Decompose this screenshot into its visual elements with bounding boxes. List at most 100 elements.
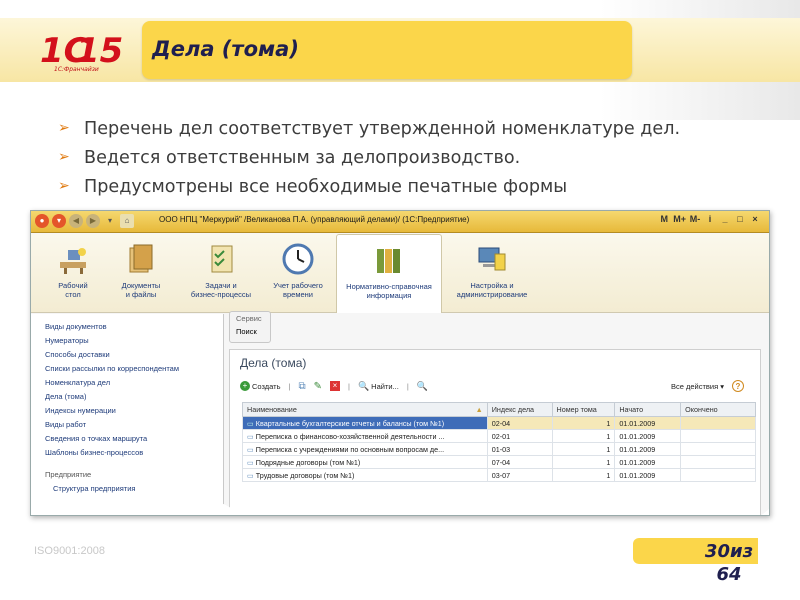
cell-start: 01.01.2009 — [614, 455, 682, 469]
bullet-arrow-icon: ➢ — [58, 178, 70, 194]
window-title: ООО НПЦ "Меркурий" /Великанова П.А. (упр… — [159, 215, 470, 224]
nav-item-enterprise-structure[interactable]: Структура предприятия — [31, 482, 223, 496]
help-icon[interactable]: ? — [732, 380, 744, 392]
cell-text: Квартальные бухгалтерские отчеты и балан… — [255, 418, 445, 428]
bullet-list: ➢ Перечень дел соответствует утвержденно… — [58, 118, 788, 205]
memory-minus-button[interactable]: M- — [689, 214, 701, 224]
cell-end — [680, 455, 756, 469]
cases-table: Наименование ▲ Индекс дела Номер тома Нач… — [242, 402, 756, 482]
clock-icon — [282, 243, 314, 275]
title-box: Дела (тома) — [142, 21, 632, 79]
bullet-item: ➢ Ведется ответственным за делопроизводс… — [58, 147, 788, 169]
table-row[interactable]: ▭ Переписка с учреждениями по основным в… — [242, 442, 756, 456]
page-counter: 30из 64 — [694, 540, 764, 586]
table-row[interactable]: ▭ Квартальные бухгалтерские отчеты и бал… — [242, 416, 756, 430]
delete-mark-icon[interactable]: × — [330, 381, 340, 391]
column-header-start[interactable]: Начато — [614, 402, 682, 417]
table-header-row: Наименование ▲ Индекс дела Номер тома Нач… — [242, 402, 756, 417]
section-label: бизнес-процессы — [190, 290, 252, 299]
cell-name: ▭ Переписка о финансово-хозяйственной де… — [242, 429, 488, 443]
maximize-button[interactable]: □ — [734, 214, 746, 224]
nav-item-numbering-indexes[interactable]: Индексы нумерации — [31, 404, 223, 418]
app-menu-icon[interactable]: ● — [35, 214, 49, 228]
nav-item-document-types[interactable]: Виды документов — [31, 320, 223, 334]
cell-index: 07-04 — [486, 455, 553, 469]
back-arrow-icon[interactable]: ◀ — [69, 214, 83, 228]
nav-item-delivery-methods[interactable]: Способы доставки — [31, 348, 223, 362]
cell-end — [680, 429, 756, 443]
create-label: Создать — [252, 381, 281, 391]
section-label: Документы — [121, 281, 161, 290]
nav-item-process-templates[interactable]: Шаблоны бизнес-процессов — [31, 446, 223, 460]
bullet-text: Перечень дел соответствует утвержденной … — [84, 119, 681, 139]
home-icon[interactable]: ⌂ — [120, 214, 134, 228]
cancel-search-icon[interactable]: 🔍 — [417, 381, 428, 392]
section-admin[interactable]: Настройка и администрирование — [447, 234, 537, 313]
chevron-down-icon[interactable]: ▾ — [103, 214, 117, 228]
nav-item-work-types[interactable]: Виды работ — [31, 418, 223, 432]
section-documents[interactable]: Документы и файлы — [111, 234, 171, 313]
bullet-arrow-icon: ➢ — [58, 120, 70, 136]
iso-label: ISO9001:2008 — [34, 545, 105, 557]
cell-text: Переписка о финансово-хозяйственной деят… — [255, 431, 445, 441]
close-button[interactable]: × — [749, 214, 761, 224]
cell-volume: 1 — [551, 468, 616, 482]
memory-plus-button[interactable]: M+ — [673, 214, 686, 224]
section-desktop[interactable]: Рабочий стол — [45, 234, 101, 313]
nav-item-cases-volumes[interactable]: Дела (тома) — [31, 390, 223, 404]
memory-button[interactable]: M — [658, 214, 670, 224]
torn-edge — [31, 501, 769, 515]
table-row[interactable]: ▭ Трудовые договоры (том №1) 03-07 1 01.… — [242, 468, 756, 482]
cell-start: 01.01.2009 — [614, 442, 682, 456]
copy-icon[interactable]: ⧉ — [298, 381, 305, 392]
nav-item-numerators[interactable]: Нумераторы — [31, 334, 223, 348]
table-row[interactable]: ▭ Переписка о финансово-хозяйственной де… — [242, 429, 756, 443]
form-actions: Все действия ▾ ? — [671, 380, 744, 392]
cell-volume: 1 — [551, 455, 616, 469]
section-label: Рабочий — [58, 281, 88, 290]
documents-icon — [129, 244, 153, 273]
list-form: Дела (тома) + Создать | ⧉ ✎ × | 🔍 Найти.… — [229, 349, 761, 515]
logo-number-text: 15 — [76, 31, 123, 71]
logo-subtitle: 1С:Франчайзи — [54, 66, 99, 73]
cell-text: Переписка с учреждениями по основным воп… — [255, 444, 445, 454]
cell-name: ▭ Трудовые договоры (том №1) — [242, 468, 488, 482]
section-time-tracking[interactable]: Учет рабочего времени — [267, 234, 329, 313]
row-item-icon: ▭ — [247, 470, 254, 480]
plus-icon: + — [240, 381, 250, 391]
table-row[interactable]: ▭ Подрядные договоры (том №1) 07-04 1 01… — [242, 455, 756, 469]
create-button[interactable]: + Создать — [240, 381, 281, 391]
bullet-arrow-icon: ➢ — [58, 149, 70, 165]
info-button[interactable]: i — [704, 214, 716, 224]
cell-volume: 1 — [551, 429, 616, 443]
page-separator: из — [729, 541, 754, 562]
all-actions-label: Все действия — [670, 381, 719, 391]
section-label: и файлы — [125, 290, 157, 299]
section-tasks[interactable]: Задачи и бизнес-процессы — [181, 234, 261, 313]
section-label: Нормативно-справочная — [346, 282, 432, 291]
cell-index: 02-01 — [486, 429, 553, 443]
find-button[interactable]: 🔍 Найти... — [358, 381, 399, 392]
cell-volume: 1 — [551, 442, 616, 456]
cell-index: 03-07 — [486, 468, 553, 482]
edit-pencil-icon[interactable]: ✎ — [314, 381, 322, 392]
nav-item-route-points[interactable]: Сведения о точках маршрута — [31, 432, 223, 446]
row-item-icon: ▭ — [247, 418, 254, 428]
search-icon: 🔍 — [357, 380, 370, 391]
nav-item-mailing-lists[interactable]: Списки рассылки по корреспондентам — [31, 362, 223, 376]
nav-item-case-nomenclature[interactable]: Номенклатура дел — [31, 376, 223, 390]
column-header-end[interactable]: Окончено — [680, 402, 756, 417]
column-header-index[interactable]: Индекс дела — [486, 402, 553, 417]
service-label[interactable]: Сервис — [230, 312, 270, 325]
page-total: 64 — [716, 564, 742, 585]
slide: 1С 15 1С:Франчайзи Дела (тома) ➢ Перечен… — [0, 0, 800, 600]
column-header-name[interactable]: Наименование ▲ — [242, 402, 488, 417]
section-reference[interactable]: Нормативно-справочная информация — [336, 234, 442, 313]
forward-arrow-icon[interactable]: ▶ — [86, 214, 100, 228]
minimize-button[interactable]: _ — [719, 214, 731, 224]
all-actions-menu[interactable]: Все действия ▾ — [671, 382, 724, 391]
dropdown-icon[interactable]: ▾ — [52, 214, 66, 228]
service-panel: Сервис Поиск — [229, 311, 271, 343]
search-link[interactable]: Поиск — [230, 325, 270, 338]
column-header-volume[interactable]: Номер тома — [551, 402, 616, 417]
